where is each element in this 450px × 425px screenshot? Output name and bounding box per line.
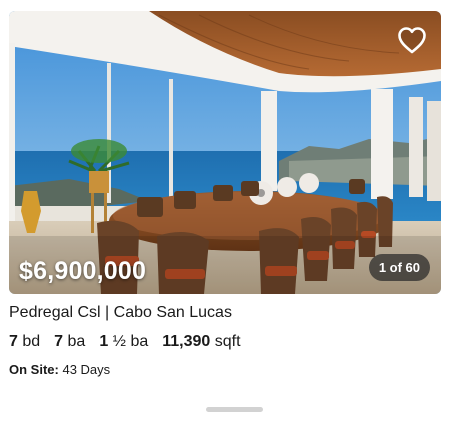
dining-room-ocean-view-image	[9, 11, 441, 294]
beds-value: 7	[9, 333, 18, 350]
drag-handle[interactable]	[206, 407, 263, 412]
photo-counter-badge: 1 of 60	[368, 254, 430, 281]
beds-fact: 7 bd	[9, 333, 40, 351]
half-baths-value: 1	[99, 333, 109, 350]
baths-fact: 7 ba	[54, 333, 85, 351]
favorite-button[interactable]	[394, 22, 430, 58]
sqft-unit: sqft	[214, 333, 241, 350]
listing-photo[interactable]: $6,900,000 1 of 60	[9, 11, 441, 294]
half-baths-fact: 1 ½ ba	[99, 333, 148, 351]
listing-price: $6,900,000	[19, 257, 147, 285]
baths-value: 7	[54, 333, 64, 350]
days-on-site: On Site: 43 Days	[9, 362, 110, 377]
sqft-fact: 11,390 sqft	[162, 333, 240, 351]
baths-unit: ba	[67, 333, 86, 350]
half-baths-unit: ½ ba	[112, 333, 149, 350]
listing-card[interactable]: $6,900,000 1 of 60 Pedregal Csl | Cabo S…	[0, 0, 450, 425]
onsite-label: On Site:	[9, 362, 59, 377]
beds-unit: bd	[22, 333, 41, 350]
listing-facts: 7 bd 7 ba 1 ½ ba 11,390 sqft	[9, 333, 255, 351]
onsite-value: 43 Days	[62, 362, 111, 377]
sqft-value: 11,390	[162, 333, 211, 350]
heart-outline-icon	[398, 27, 426, 54]
listing-address[interactable]: Pedregal Csl | Cabo San Lucas	[9, 304, 232, 322]
